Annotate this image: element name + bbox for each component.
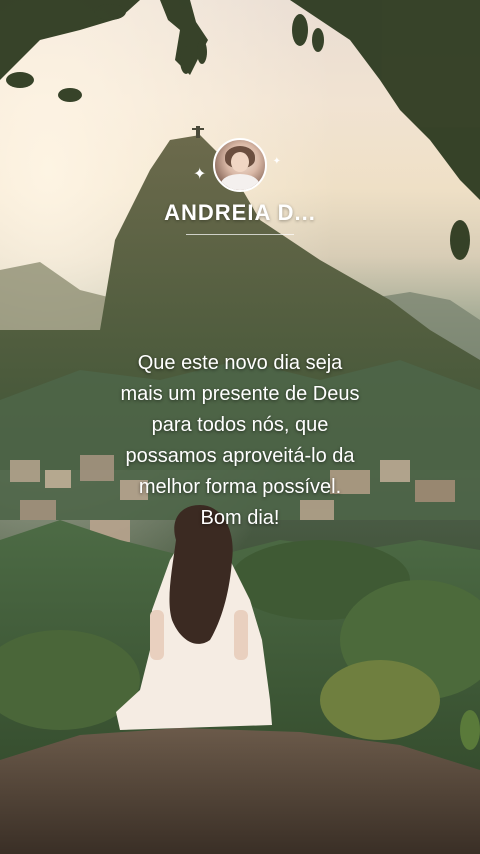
message-line: possamos aproveitá-lo da (125, 445, 355, 467)
profile-name[interactable]: ANDREIA D... (0, 200, 480, 226)
message-line: para todos nós, que (151, 414, 329, 436)
name-divider (186, 234, 294, 235)
message-line: Bom dia! (200, 507, 280, 529)
message-line: Que este novo dia seja (137, 352, 343, 374)
avatar-face (231, 152, 249, 172)
avatar-container[interactable]: ✦ ✦ (193, 138, 281, 192)
message-line: melhor forma possível. (138, 476, 342, 498)
sparkle-icon: ✦ (272, 156, 281, 167)
profile-header: ✦ ✦ ANDREIA D... (0, 138, 480, 235)
avatar[interactable] (213, 138, 267, 192)
background-scene: ✦ ✦ ANDREIA D... Que este novo dia seja … (0, 0, 480, 854)
message-line: mais um presente de Deus (120, 383, 360, 405)
greeting-message: Que este novo dia seja mais um presente … (60, 348, 420, 534)
sparkle-icon: ✦ (193, 164, 207, 183)
avatar-shirt (221, 174, 259, 190)
